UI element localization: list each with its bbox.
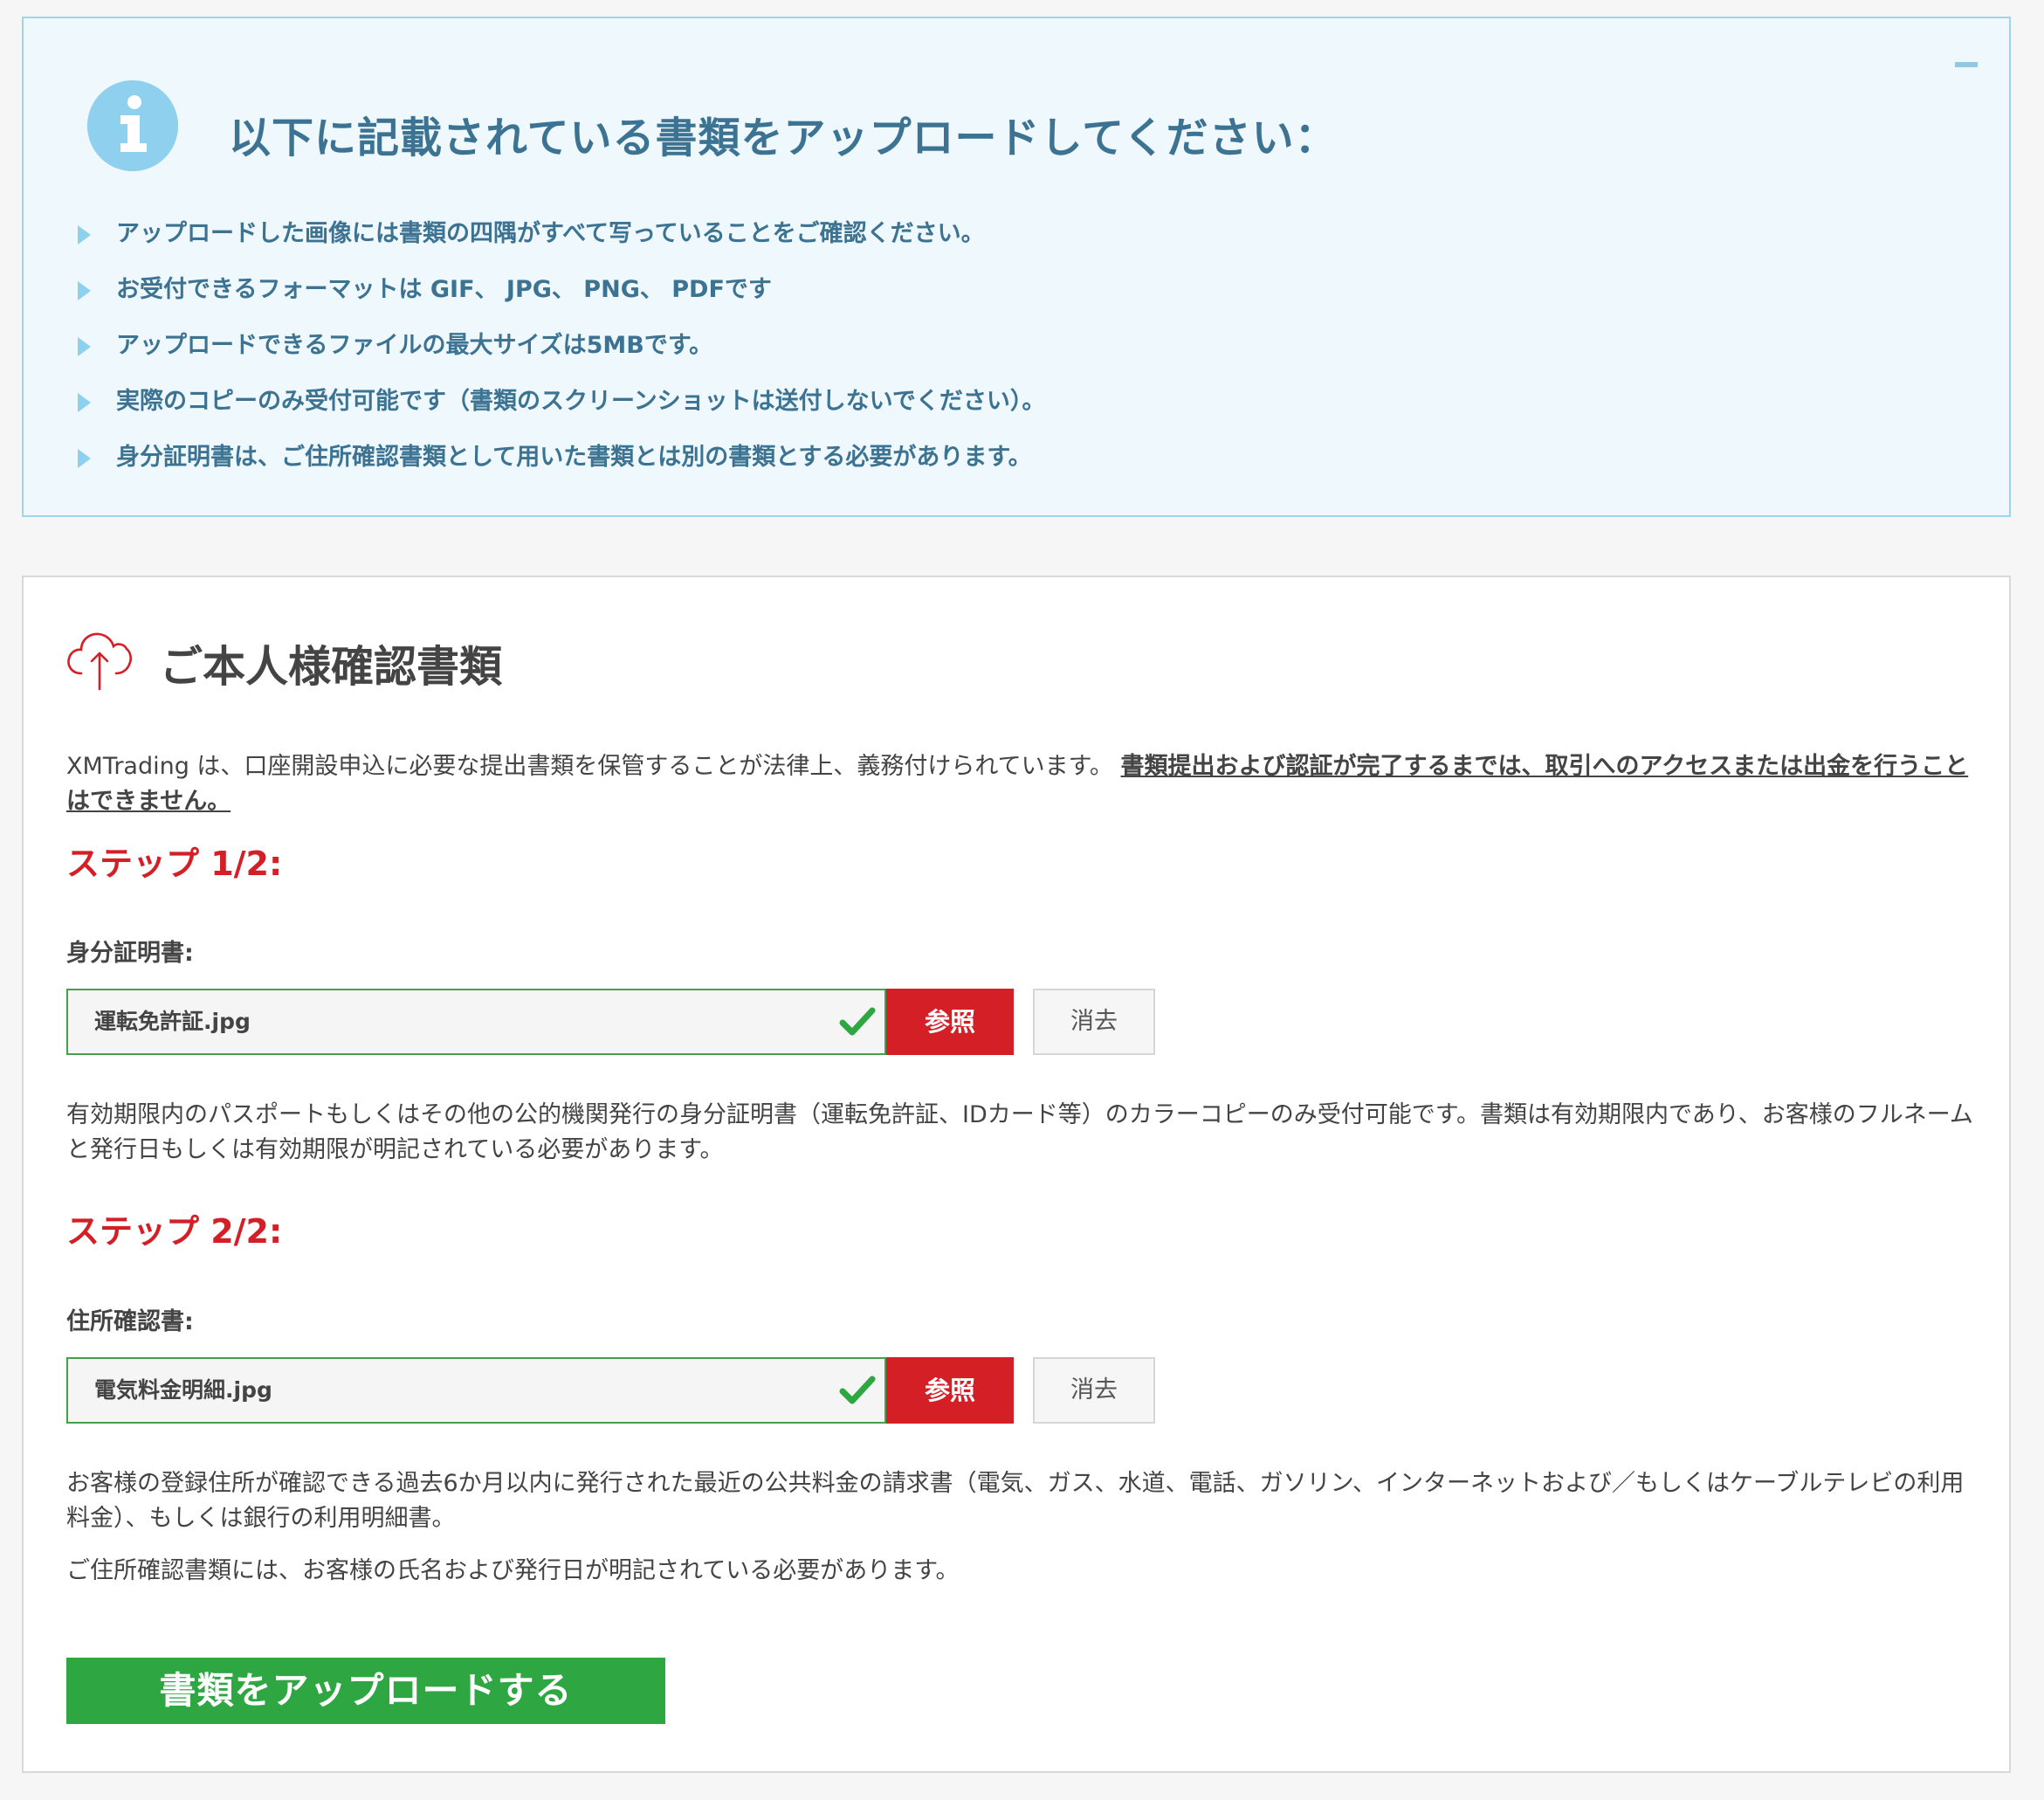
triangle-right-icon <box>78 281 91 300</box>
list-item-text: アップロードできるファイルの最大サイズは5MBです。 <box>116 332 713 359</box>
info-icon <box>87 80 178 171</box>
id-document-label: 身分証明書: <box>66 940 194 967</box>
check-icon <box>839 1376 876 1404</box>
upload-documents-button[interactable]: 書類をアップロードする <box>66 1658 665 1724</box>
list-item-text: アップロードした画像には書類の四隅がすべて写っていることをご確認ください。 <box>116 220 985 247</box>
list-item: アップロードできるファイルの最大サイズは5MBです。 <box>78 318 1045 374</box>
cloud-upload-icon <box>67 632 132 691</box>
document-upload-panel: ご本人様確認書類 XMTrading は、口座開設申込に必要な提出書類を保管する… <box>22 576 2011 1773</box>
triangle-right-icon <box>78 225 91 245</box>
id-document-clear-button[interactable]: 消去 <box>1033 989 1155 1055</box>
collapse-minus-icon[interactable] <box>1955 62 1978 67</box>
id-document-file-field[interactable]: 運転免許証.jpg <box>66 989 886 1055</box>
step1-title: ステップ 1/2: <box>66 845 283 883</box>
list-item: 身分証明書は、ご住所確認書類として用いた書類とは別の書類とする必要があります。 <box>78 430 1045 486</box>
panel-title: ご本人様確認書類 <box>160 642 503 692</box>
address-document-description: お客様の登録住所が確認できる過去6か月以内に発行された最近の公共料金の請求書（電… <box>66 1470 1965 1532</box>
id-document-description: 有効期限内のパスポートもしくはその他の公的機関発行の身分証明書（運転免許証、ID… <box>66 1101 1973 1163</box>
id-document-file-name: 運転免許証.jpg <box>94 1009 251 1034</box>
check-icon <box>839 1007 876 1036</box>
step2-title: ステップ 2/2: <box>66 1212 283 1251</box>
address-document-file-field[interactable]: 電気料金明細.jpg <box>66 1357 886 1424</box>
triangle-right-icon <box>78 393 91 412</box>
triangle-right-icon <box>78 337 91 356</box>
intro-text: XMTrading は、口座開設申込に必要な提出書類を保管することが法律上、義務… <box>66 749 1987 819</box>
info-box: 以下に記載されている書類をアップロードしてください： アップロードした画像には書… <box>22 17 2011 517</box>
info-title: 以下に記載されている書類をアップロードしてください： <box>229 114 1338 162</box>
address-document-browse-button[interactable]: 参照 <box>886 1357 1014 1424</box>
list-item: お受付できるフォーマットは GIF、 JPG、 PNG、 PDFです <box>78 262 1045 318</box>
list-item-text: 身分証明書は、ご住所確認書類として用いた書類とは別の書類とする必要があります。 <box>116 444 1032 471</box>
list-item-text: お受付できるフォーマットは GIF、 JPG、 PNG、 PDFです <box>116 276 772 303</box>
address-document-note: ご住所確認書類には、お客様の氏名および発行日が明記されている必要があります。 <box>66 1557 960 1584</box>
id-document-browse-button[interactable]: 参照 <box>886 989 1014 1055</box>
address-document-label: 住所確認書: <box>66 1308 194 1335</box>
address-document-file-name: 電気料金明細.jpg <box>94 1377 272 1403</box>
triangle-right-icon <box>78 449 91 468</box>
info-list: アップロードした画像には書類の四隅がすべて写っていることをご確認ください。 お受… <box>78 206 1045 486</box>
intro-text-plain: XMTrading は、口座開設申込に必要な提出書類を保管することが法律上、義務… <box>66 753 1121 780</box>
list-item-text: 実際のコピーのみ受付可能です（書類のスクリーンショットは送付しないでください）。 <box>116 388 1046 415</box>
address-document-clear-button[interactable]: 消去 <box>1033 1357 1155 1424</box>
list-item: アップロードした画像には書類の四隅がすべて写っていることをご確認ください。 <box>78 206 1045 262</box>
list-item: 実際のコピーのみ受付可能です（書類のスクリーンショットは送付しないでください）。 <box>78 374 1045 430</box>
